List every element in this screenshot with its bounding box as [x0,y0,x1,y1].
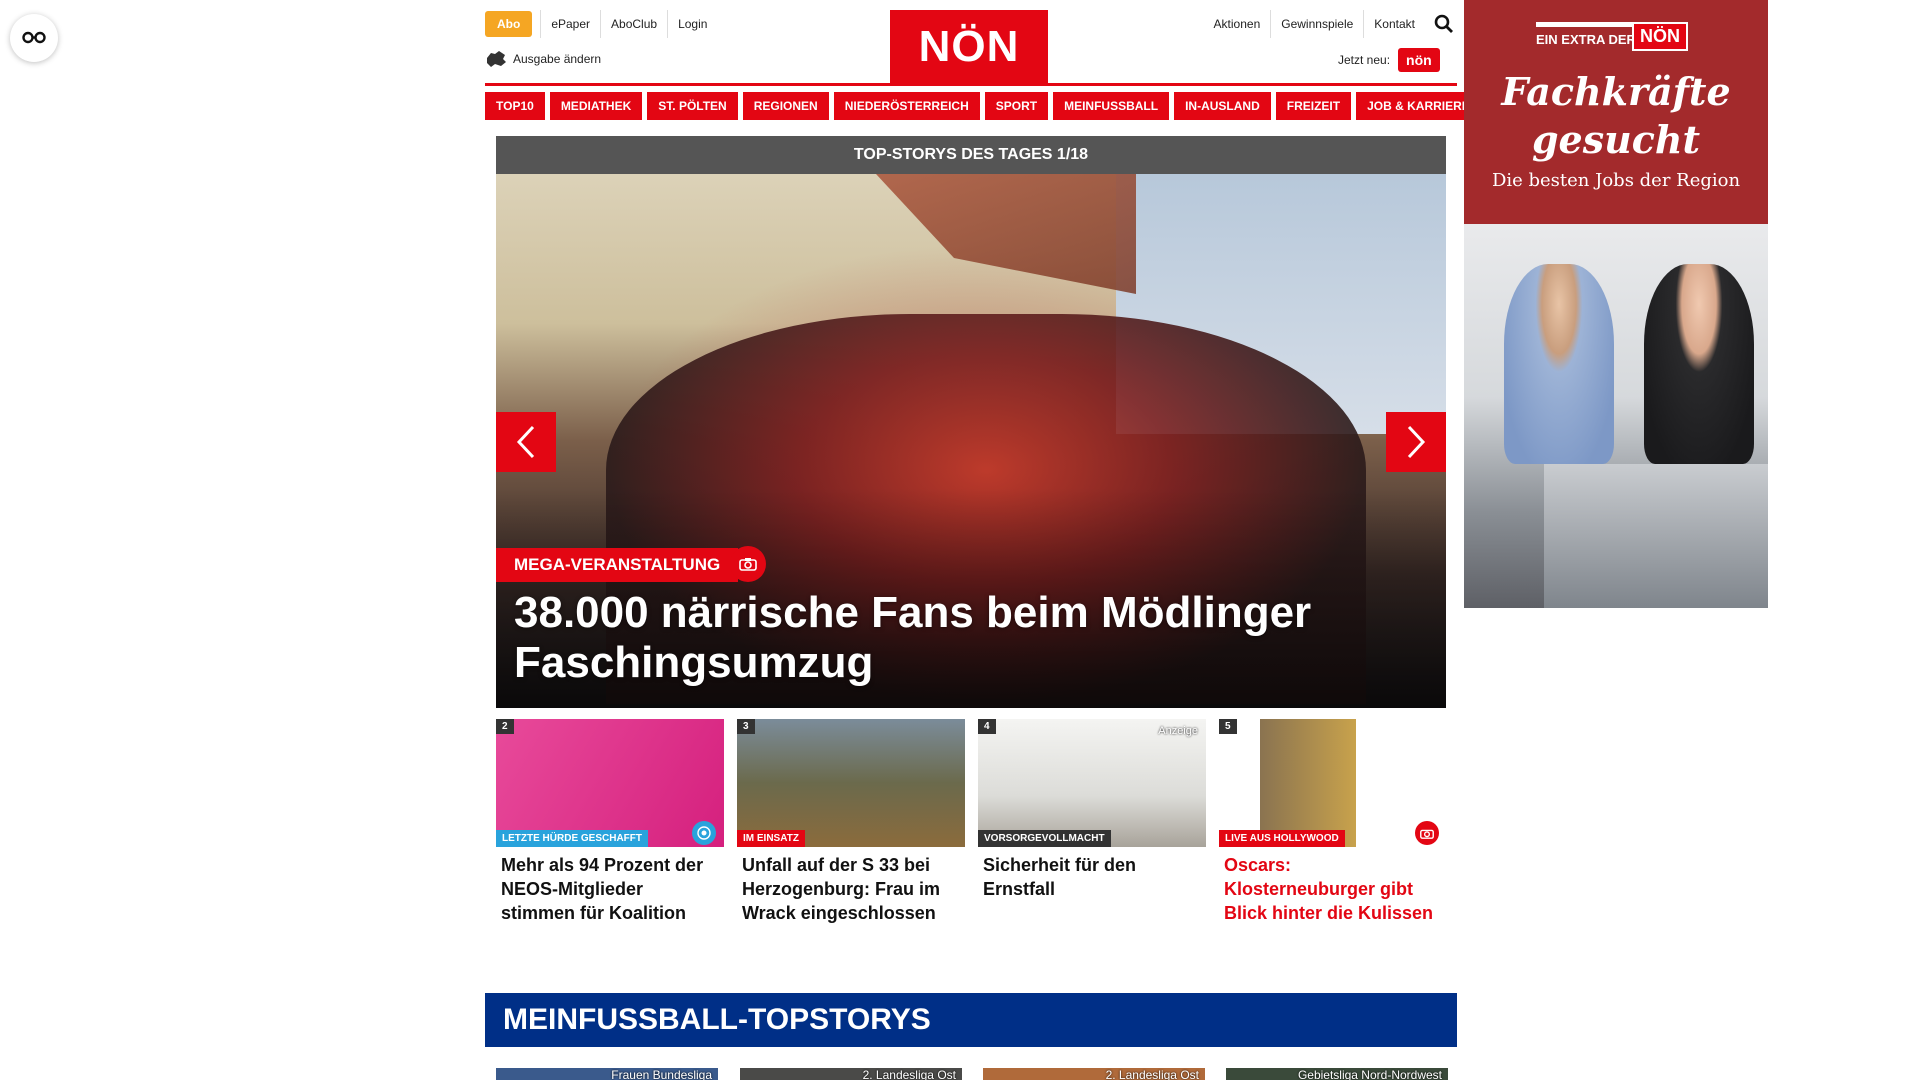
top-links-right: Aktionen Gewinnspiele Kontakt [1204,10,1455,38]
teaser-title: Oscars: Klosterneuburger gibt Blick hint… [1224,855,1434,923]
ad-logo-badge: NÖN [1632,22,1688,51]
nav-sport[interactable]: SPORT [984,92,1049,120]
abo-button[interactable]: Abo [485,11,533,37]
chevron-left-icon [516,425,535,459]
new-badge[interactable]: nön [1398,48,1440,72]
header-divider [485,83,1457,86]
hero-story[interactable]: MEGA-VERANSTALTUNG 38.000 närrische Fans… [496,174,1446,708]
league-label: Gebietsliga Nord-Nordwest [1297,1068,1442,1080]
teaser-image: 2 LETZTE HÜRDE GESCHAFFT [496,719,724,847]
fussball-card[interactable]: 2. Landesliga Ost [740,1068,962,1080]
teaser-title: Unfall auf der S 33 bei Herzogenburg: Fr… [742,855,941,923]
teaser-number: 5 [1219,719,1237,734]
ad-photo [1464,224,1768,608]
top-stories-header: TOP-STORYS DES TAGES 1/18 [496,136,1446,174]
fussball-card[interactable]: Gebietsliga Nord-Nordwest [1226,1068,1448,1080]
search-icon [1434,14,1453,33]
teaser-image: 3 IM EINSATZ [737,719,965,847]
ad-person-right [1644,264,1754,464]
nav-freizeit[interactable]: FREIZEIT [1275,92,1352,120]
teaser-number: 3 [737,719,755,734]
meinfussball-title: MEINFUSSBALL-TOPSTORYS [503,1003,931,1036]
camera-icon [1420,829,1434,839]
aboclub-link[interactable]: AboClub [600,10,667,38]
teaser-image: 4 Anzeige VORSORGEVOLLMACHT [978,719,1206,847]
teaser-tag: LETZTE HÜRDE GESCHAFFT [496,830,648,847]
ad-person-left [1504,264,1614,464]
search-button[interactable] [1433,13,1455,35]
gewinnspiele-link[interactable]: Gewinnspiele [1270,10,1363,38]
fussball-card[interactable]: Frauen Bundesliga [496,1068,718,1080]
accessibility-button[interactable] [10,14,58,62]
teaser-tag: VORSORGEVOLLMACHT [978,830,1111,847]
ad-extra-label: EIN EXTRA DER [1536,32,1636,47]
site-logo[interactable]: NÖN [890,10,1048,84]
play-icon [697,826,711,840]
teaser-card[interactable]: 5 LIVE AUS HOLLYWOOD Oscars: Klosterneub… [1219,719,1447,925]
gallery-badge [1415,821,1439,845]
teaser-image: 5 LIVE AUS HOLLYWOOD [1219,719,1447,847]
carousel-next-button[interactable] [1386,412,1446,472]
league-label: 2. Landesliga Ost [1105,1068,1199,1080]
nav-niederoesterreich[interactable]: NIEDERÖSTERREICH [833,92,980,120]
camera-icon [739,558,757,571]
fussball-card[interactable]: 2. Landesliga Ost [983,1068,1205,1080]
job-ad-banner[interactable]: EIN EXTRA DER NÖN Fachkräfte gesucht Die… [1464,0,1768,608]
main-navigation: TOP10 MEDIATHEK ST. PÖLTEN REGIONEN NIED… [485,92,1481,120]
chevron-right-icon [1407,425,1426,459]
nav-in-ausland[interactable]: IN-AUSLAND [1174,92,1271,120]
top-stories-title: TOP-STORYS DES TAGES 1/18 [853,146,1089,163]
ad-label: Anzeige [1158,725,1198,737]
nav-meinfussball[interactable]: MEINFUSSBALL [1053,92,1170,120]
kontakt-link[interactable]: Kontakt [1363,10,1425,38]
new-promo: Jetzt neu: nön [1338,48,1440,72]
teaser-title: Sicherheit für den Ernstfall [983,855,1137,899]
teaser-tag: IM EINSATZ [737,830,805,847]
nav-mediathek[interactable]: MEDIATHEK [549,92,643,120]
league-label: Frauen Bundesliga [611,1068,712,1080]
edition-switch[interactable]: Ausgabe ändern [485,50,601,68]
edition-label: Ausgabe ändern [513,52,602,66]
hero-gallery-badge [730,546,766,582]
epaper-link[interactable]: ePaper [540,10,600,38]
login-link[interactable]: Login [667,10,717,38]
teaser-card[interactable]: 3 IM EINSATZ Unfall auf der S 33 bei Her… [737,719,965,925]
nav-st-poelten[interactable]: ST. PÖLTEN [647,92,738,120]
hero-headline: 38.000 närrische Fans beim Mödlinger Fas… [514,588,1312,687]
league-label: 2. Landesliga Ost [862,1068,956,1080]
teaser-card[interactable]: 4 Anzeige VORSORGEVOLLMACHT Sicherheit f… [978,719,1206,901]
ad-headline: Fachkräfte gesucht [1501,69,1731,162]
teaser-title: Mehr als 94 Prozent der NEOS-Mitglieder … [501,855,704,923]
hero-image-roof [876,174,1136,294]
aktionen-link[interactable]: Aktionen [1204,10,1271,38]
ad-subline: Die besten Jobs der Region [1491,170,1741,191]
map-icon [487,51,506,67]
video-badge [692,821,716,845]
nav-job-karriere[interactable]: JOB & KARRIERE [1356,92,1481,120]
logo-text: NÖN [918,22,1020,71]
hero-kicker: MEGA-VERANSTALTUNG [496,548,739,582]
teaser-number: 2 [496,719,514,734]
new-label: Jetzt neu: [1338,53,1391,67]
teaser-number: 4 [978,719,996,734]
ad-machine [1544,464,1768,608]
nav-top10[interactable]: TOP10 [485,92,545,120]
nav-regionen[interactable]: REGIONEN [742,92,829,120]
carousel-prev-button[interactable] [496,412,556,472]
teaser-tag: LIVE AUS HOLLYWOOD [1219,830,1345,847]
teaser-card[interactable]: 2 LETZTE HÜRDE GESCHAFFT Mehr als 94 Pro… [496,719,724,925]
top-links-left: Abo ePaper AboClub Login [485,10,717,38]
meinfussball-header[interactable]: MEINFUSSBALL-TOPSTORYS [485,993,1457,1047]
accessibility-icon [22,31,46,44]
